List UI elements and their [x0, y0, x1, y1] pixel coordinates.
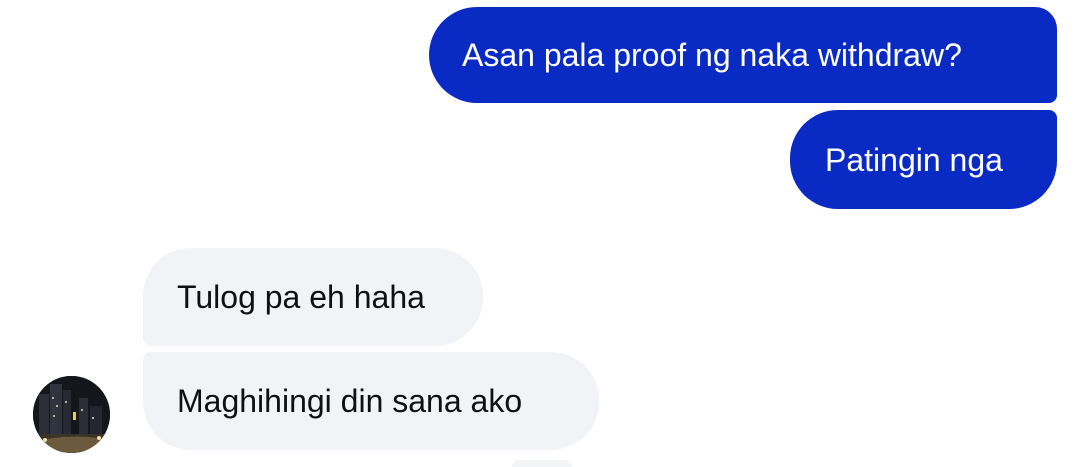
- incoming-message[interactable]: Tulog pa eh haha: [143, 248, 483, 346]
- message-text: Patingin nga: [825, 141, 1003, 178]
- message-text: Tulog pa eh haha: [177, 279, 425, 315]
- message-text: Asan pala proof ng naka withdraw?: [462, 37, 962, 73]
- incoming-message[interactable]: Maghihingi din sana ako: [143, 352, 599, 450]
- message-thread: Asan pala proof ng naka withdraw? Pating…: [0, 0, 1080, 467]
- avatar-photo-icon: [33, 376, 110, 453]
- contact-avatar[interactable]: [33, 376, 110, 453]
- outgoing-message[interactable]: Patingin nga: [790, 110, 1057, 209]
- outgoing-message[interactable]: Asan pala proof ng naka withdraw?: [429, 7, 1057, 103]
- next-message-edge: [512, 460, 572, 467]
- message-text: Maghihingi din sana ako: [177, 383, 523, 419]
